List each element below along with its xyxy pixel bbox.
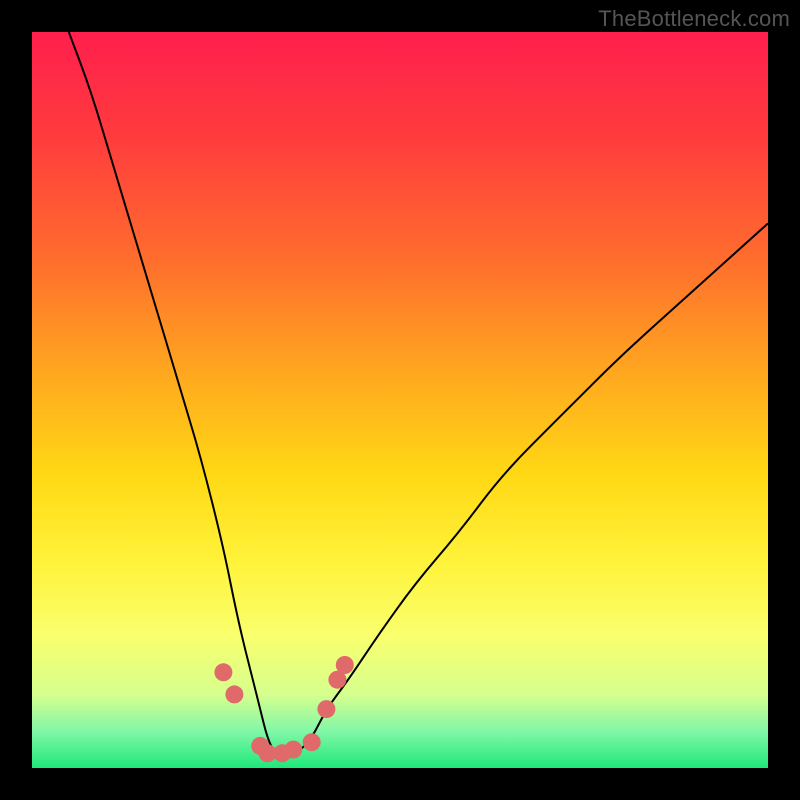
curve-layer bbox=[32, 32, 768, 768]
data-point-marker bbox=[214, 663, 232, 681]
plot-area bbox=[32, 32, 768, 768]
watermark-text: TheBottleneck.com bbox=[598, 6, 790, 32]
data-point-marker bbox=[284, 741, 302, 759]
chart-frame: TheBottleneck.com bbox=[0, 0, 800, 800]
data-point-marker bbox=[225, 685, 243, 703]
data-point-marker bbox=[336, 656, 354, 674]
bottleneck-curve bbox=[69, 32, 768, 753]
data-point-marker bbox=[303, 733, 321, 751]
data-point-marker bbox=[317, 700, 335, 718]
